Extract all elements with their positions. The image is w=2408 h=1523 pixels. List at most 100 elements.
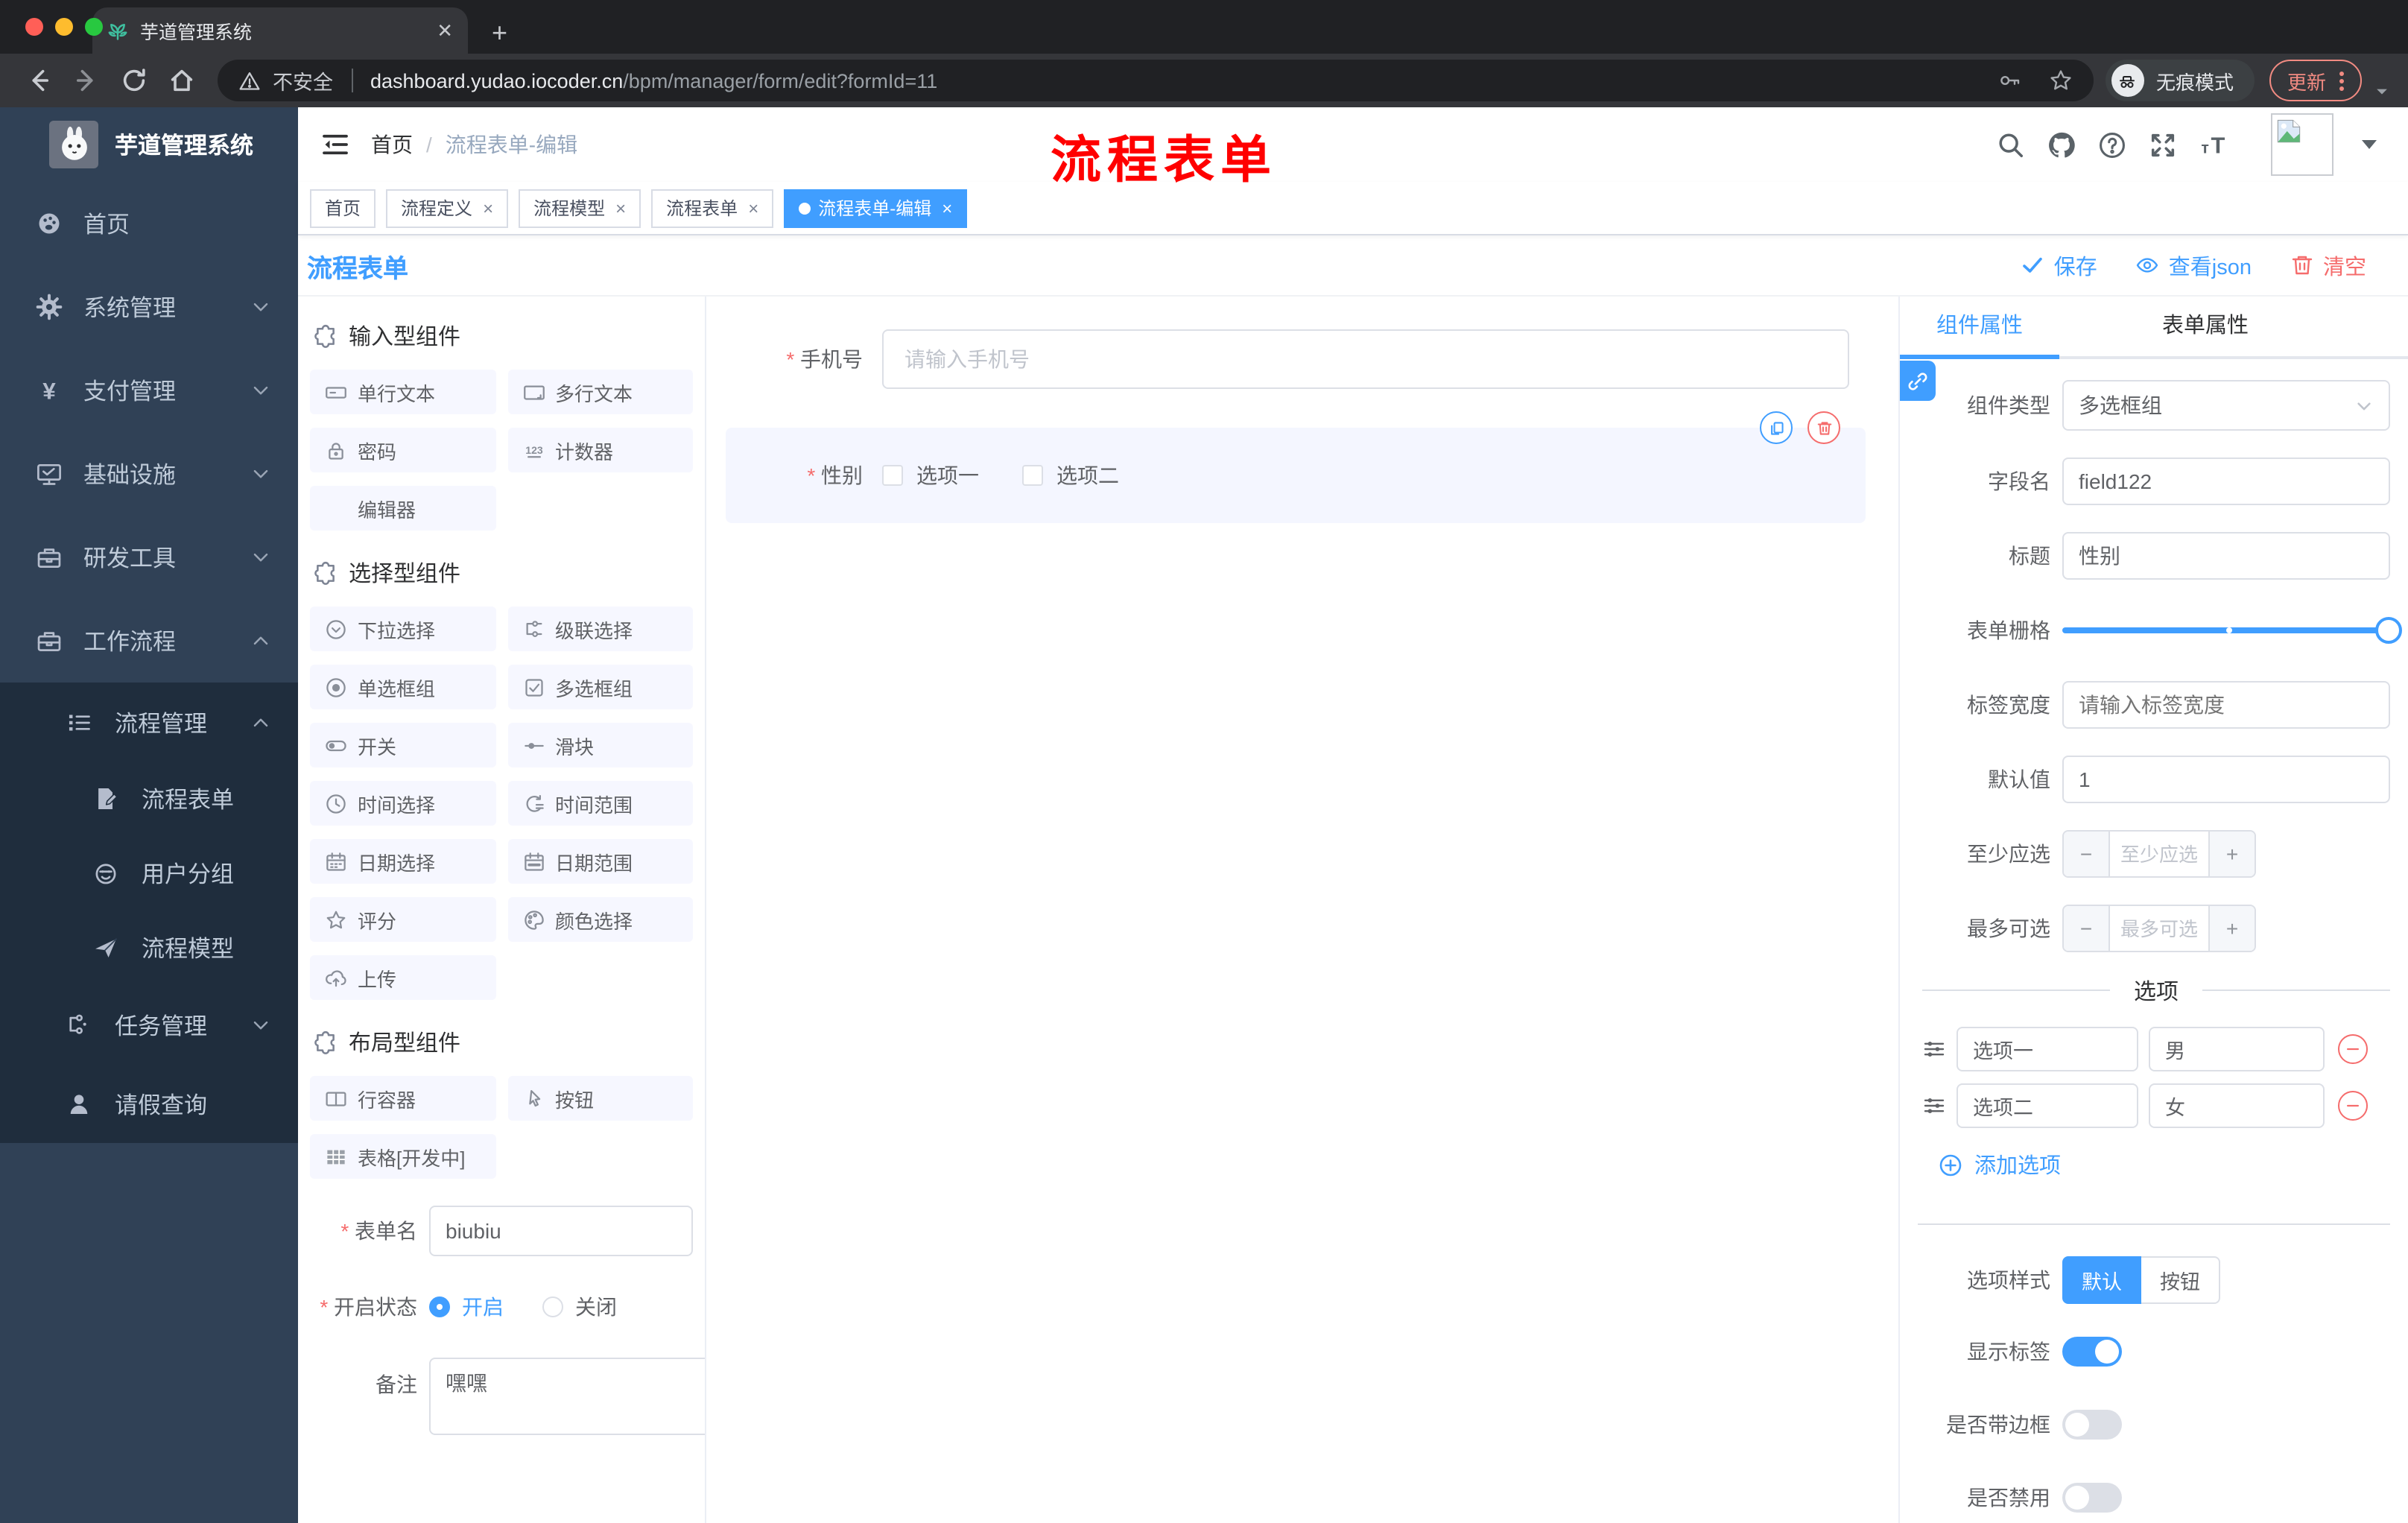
sidebar-item-0[interactable]: 首页 — [0, 182, 298, 265]
component-item[interactable]: 密码 — [310, 428, 495, 472]
checkbox-option[interactable]: 选项二 — [1022, 460, 1119, 490]
label-width-input[interactable] — [2062, 681, 2390, 729]
help-icon[interactable] — [2098, 130, 2126, 159]
tag-item[interactable]: 首页 — [310, 189, 376, 227]
sidebar-item-5[interactable]: 工作流程 — [0, 599, 298, 683]
tag-close-icon[interactable]: × — [942, 197, 952, 218]
component-item[interactable]: 颜色选择 — [507, 897, 693, 942]
component-item[interactable]: 多选框组 — [507, 665, 693, 709]
sidebar-item-2[interactable]: ¥ 支付管理 — [0, 349, 298, 432]
status-open-radio[interactable]: 开启 — [429, 1292, 504, 1322]
component-item[interactable]: 滑块 — [507, 723, 693, 767]
remove-option-button[interactable] — [2338, 1034, 2368, 1064]
component-item[interactable]: 行容器 — [310, 1076, 495, 1121]
remove-option-button[interactable] — [2338, 1091, 2368, 1121]
tab-form-props[interactable]: 表单属性 — [2059, 297, 2351, 356]
font-size-icon[interactable]: тT — [2199, 130, 2228, 159]
option-value-input[interactable] — [2149, 1083, 2325, 1128]
option-style-default[interactable]: 默认 — [2062, 1256, 2141, 1304]
max-select-input[interactable] — [2110, 906, 2208, 951]
component-type-select[interactable]: 多选框组 — [2062, 380, 2390, 431]
component-item[interactable]: 日期选择 — [310, 839, 495, 884]
breadcrumb-home[interactable]: 首页 — [371, 130, 413, 159]
github-icon[interactable] — [2047, 130, 2076, 159]
update-button[interactable]: 更新 — [2269, 60, 2362, 101]
sidebar-item-7[interactable]: 流程表单 — [0, 762, 298, 836]
reload-icon[interactable] — [121, 67, 148, 94]
toggle-switch[interactable] — [2062, 1337, 2122, 1367]
app-logo-row[interactable]: 芋道管理系统 — [0, 107, 298, 182]
sidebar-item-1[interactable]: 系统管理 — [0, 265, 298, 349]
component-item[interactable]: 单行文本 — [310, 370, 495, 414]
avatar-caret-icon[interactable] — [2362, 140, 2377, 149]
close-window-button[interactable] — [25, 18, 43, 36]
component-item[interactable]: 时间选择 — [310, 781, 495, 826]
title-input[interactable] — [2062, 532, 2390, 580]
link-tag-button[interactable] — [1900, 361, 1936, 401]
fullscreen-icon[interactable] — [2149, 130, 2177, 159]
sidebar-item-6[interactable]: 流程管理 — [0, 683, 298, 762]
component-item[interactable]: 单选框组 — [310, 665, 495, 709]
plus-button[interactable]: + — [2208, 906, 2255, 951]
maximize-window-button[interactable] — [85, 18, 103, 36]
view-json-button[interactable]: 查看json — [2136, 250, 2252, 281]
delete-component-button[interactable] — [1807, 411, 1840, 444]
minimize-window-button[interactable] — [55, 18, 73, 36]
component-item[interactable]: 下拉选择 — [310, 607, 495, 651]
component-item[interactable]: 表格[开发中] — [310, 1134, 495, 1179]
checkbox-icon[interactable] — [882, 465, 903, 486]
component-item[interactable]: 123 计数器 — [507, 428, 693, 472]
address-bar[interactable]: 不安全 dashboard.yudao.iocoder.cn/bpm/manag… — [218, 60, 2094, 101]
option-value-input[interactable] — [2149, 1027, 2325, 1071]
avatar[interactable] — [2271, 113, 2333, 176]
slider-handle[interactable] — [2375, 617, 2402, 644]
component-item[interactable]: 级联选择 — [507, 607, 693, 651]
option-label-input[interactable] — [1956, 1083, 2138, 1128]
min-select-input[interactable] — [2110, 832, 2208, 876]
sidebar-item-8[interactable]: 用户分组 — [0, 836, 298, 911]
sidebar-collapse-icon[interactable] — [320, 130, 350, 159]
search-icon[interactable] — [1997, 130, 2025, 159]
tag-item[interactable]: 流程表单-编辑 × — [784, 189, 968, 227]
component-item[interactable]: 日期范围 — [507, 839, 693, 884]
default-value-input[interactable] — [2062, 756, 2390, 803]
checkbox-icon[interactable] — [1022, 465, 1043, 486]
add-option-button[interactable]: 添加选项 — [1939, 1149, 2390, 1180]
tag-close-icon[interactable]: × — [748, 197, 758, 218]
toggle-switch[interactable] — [2062, 1410, 2122, 1440]
key-icon[interactable] — [1998, 69, 2022, 92]
clear-button[interactable]: 清空 — [2290, 250, 2366, 281]
field-gender-selected[interactable]: 性别 选项一 选项二 — [726, 411, 1866, 523]
plus-button[interactable]: + — [2208, 832, 2255, 876]
component-item[interactable]: 按钮 — [507, 1076, 693, 1121]
save-button[interactable]: 保存 — [2021, 250, 2097, 281]
form-canvas[interactable]: 手机号 性别 选项一 选项二 — [706, 297, 1898, 1523]
toggle-switch[interactable] — [2062, 1483, 2122, 1513]
form-name-input[interactable] — [429, 1206, 693, 1256]
new-tab-button[interactable]: + — [492, 19, 507, 46]
tag-item[interactable]: 流程定义 × — [386, 189, 509, 227]
back-icon[interactable] — [25, 67, 52, 94]
phone-input[interactable] — [882, 329, 1849, 389]
tag-close-icon[interactable]: × — [483, 197, 493, 218]
copy-component-button[interactable] — [1760, 411, 1793, 444]
component-item[interactable]: 开关 — [310, 723, 495, 767]
form-grid-slider[interactable] — [2062, 607, 2402, 654]
component-item[interactable]: 时间范围 — [507, 781, 693, 826]
minus-button[interactable]: − — [2064, 832, 2110, 876]
field-phone[interactable]: 手机号 — [726, 329, 1849, 389]
form-remark-textarea[interactable]: 嘿嘿 — [429, 1358, 705, 1435]
browser-tab[interactable]: 芋道管理系统 ✕ — [92, 7, 468, 54]
minus-button[interactable]: − — [2064, 906, 2110, 951]
tab-close-icon[interactable]: ✕ — [437, 19, 453, 42]
chevron-down-icon[interactable] — [2374, 83, 2390, 99]
sidebar-item-11[interactable]: 请假查询 — [0, 1064, 298, 1143]
sidebar-item-9[interactable]: 流程模型 — [0, 911, 298, 985]
home-icon[interactable] — [168, 67, 195, 94]
component-item[interactable]: 上传 — [310, 955, 495, 1000]
tag-close-icon[interactable]: × — [615, 197, 626, 218]
field-name-input[interactable] — [2062, 457, 2390, 505]
component-item[interactable]: 编辑器 — [310, 486, 495, 531]
bookmark-star-icon[interactable] — [2049, 69, 2073, 92]
sidebar-item-3[interactable]: 基础设施 — [0, 432, 298, 516]
